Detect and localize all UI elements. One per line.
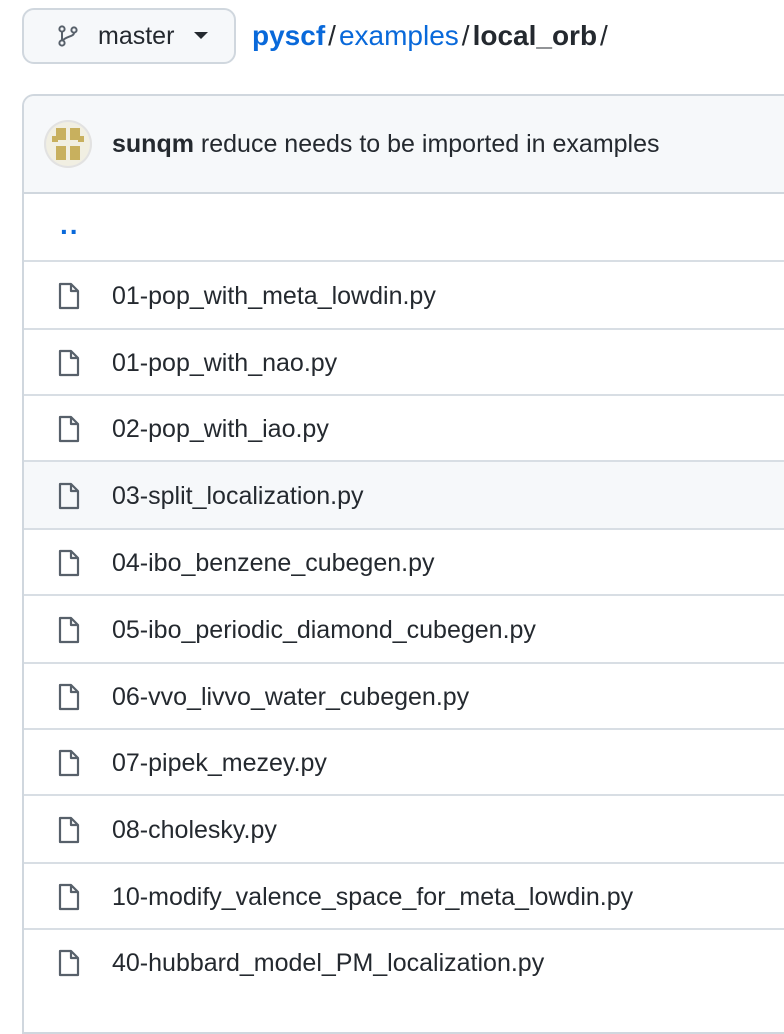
file-row[interactable]: 40-hubbard_model_PM_localization.py (24, 928, 784, 994)
file-icon (58, 616, 80, 644)
git-branch-icon (58, 25, 78, 47)
file-icon (58, 482, 80, 510)
file-icon (58, 816, 80, 844)
file-icon (58, 949, 80, 977)
caret-down-icon (194, 32, 208, 39)
file-icon (58, 749, 80, 777)
file-row[interactable]: 01-pop_with_meta_lowdin.py (24, 260, 784, 328)
file-row[interactable]: 02-pop_with_iao.py (24, 394, 784, 460)
file-name-link[interactable]: 01-pop_with_nao.py (112, 348, 337, 378)
file-icon (58, 282, 80, 310)
commit-summary: sunqm reduce needs to be imported in exa… (112, 129, 660, 159)
file-browser: sunqm reduce needs to be imported in exa… (22, 94, 784, 1034)
breadcrumb-folder-link[interactable]: examples (339, 20, 459, 51)
breadcrumb-separator: / (461, 20, 470, 51)
file-row[interactable]: 05-ibo_periodic_diamond_cubegen.py (24, 594, 784, 662)
file-row[interactable]: 10-modify_valence_space_for_meta_lowdin.… (24, 862, 784, 928)
breadcrumb-separator: / (328, 20, 336, 51)
repo-navigation-bar: master pyscf / examples / local_orb / (0, 0, 784, 72)
file-name-link[interactable]: 03-split_localization.py (112, 481, 364, 511)
file-icon (58, 883, 80, 911)
file-name-link[interactable]: 05-ibo_periodic_diamond_cubegen.py (112, 615, 536, 645)
commit-message-link[interactable]: reduce needs to be imported in examples (201, 130, 660, 158)
parent-directory-link[interactable]: .. (60, 210, 80, 240)
file-name-link[interactable]: 06-vvo_livvo_water_cubegen.py (112, 682, 469, 712)
file-name-link[interactable]: 08-cholesky.py (112, 815, 277, 845)
breadcrumb-repo-link[interactable]: pyscf (252, 20, 325, 51)
file-row[interactable]: 01-pop_with_nao.py (24, 328, 784, 394)
branch-selector-button[interactable]: master (22, 8, 236, 64)
file-icon (58, 549, 80, 577)
file-name-link[interactable]: 40-hubbard_model_PM_localization.py (112, 948, 544, 978)
file-row[interactable]: 04-ibo_benzene_cubegen.py (24, 528, 784, 594)
breadcrumb-separator: / (600, 20, 608, 51)
breadcrumb-current-folder: local_orb (472, 20, 598, 51)
file-name-link[interactable]: 07-pipek_mezey.py (112, 748, 327, 778)
file-row[interactable]: 07-pipek_mezey.py (24, 728, 784, 794)
file-name-link[interactable]: 01-pop_with_meta_lowdin.py (112, 281, 436, 311)
file-row[interactable]: 08-cholesky.py (24, 794, 784, 862)
parent-directory-row[interactable]: .. (24, 194, 784, 260)
identicon-avatar (52, 128, 84, 160)
file-icon (58, 349, 80, 377)
branch-name-label: master (98, 22, 175, 50)
latest-commit-header: sunqm reduce needs to be imported in exa… (24, 96, 784, 194)
file-icon (58, 415, 80, 443)
avatar[interactable] (44, 120, 92, 168)
breadcrumb: pyscf / examples / local_orb / (252, 16, 611, 56)
file-row[interactable]: 06-vvo_livvo_water_cubegen.py (24, 662, 784, 728)
file-row[interactable]: 03-split_localization.py (24, 460, 784, 528)
commit-author-link[interactable]: sunqm (112, 130, 194, 158)
file-name-link[interactable]: 04-ibo_benzene_cubegen.py (112, 548, 435, 578)
file-icon (58, 683, 80, 711)
file-name-link[interactable]: 10-modify_valence_space_for_meta_lowdin.… (112, 882, 633, 912)
file-name-link[interactable]: 02-pop_with_iao.py (112, 414, 329, 444)
